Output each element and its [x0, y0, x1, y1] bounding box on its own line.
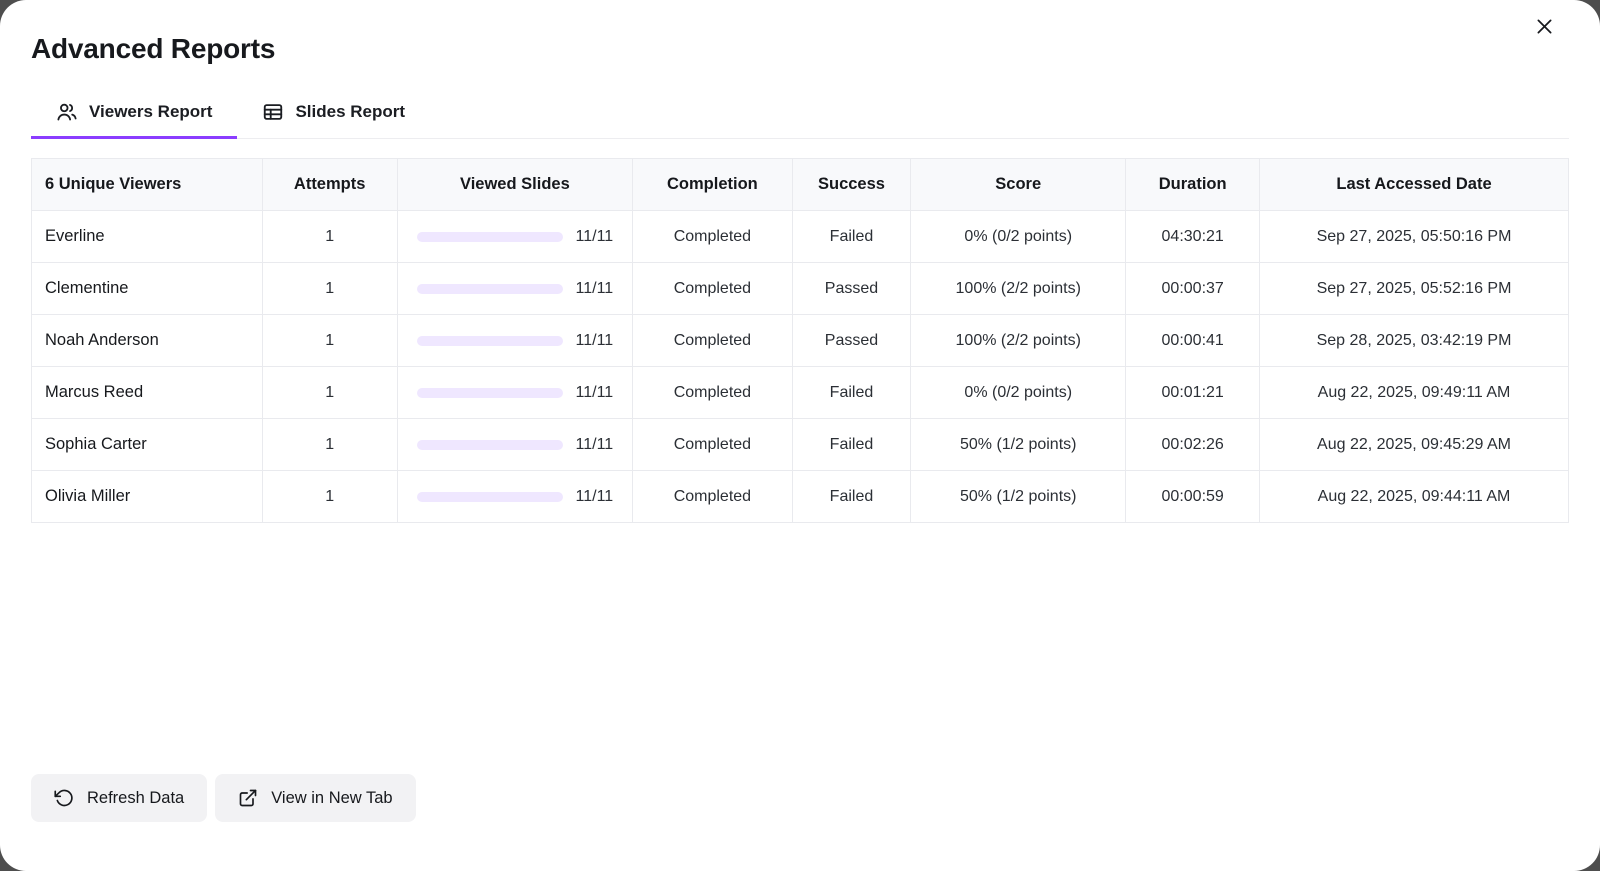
viewed-slides-label: 11/11 — [576, 332, 614, 350]
column-header-slides: Viewed Slides — [397, 159, 632, 211]
attempts-value: 1 — [262, 211, 397, 263]
table-icon — [262, 101, 284, 123]
column-header-duration: Duration — [1126, 159, 1260, 211]
table-row: Olivia Miller 1 11/11 Completed Failed 5… — [32, 471, 1569, 523]
table-row: Noah Anderson 1 11/11 Completed Passed 1… — [32, 315, 1569, 367]
attempts-value: 1 — [262, 263, 397, 315]
viewer-name: Olivia Miller — [32, 471, 263, 523]
attempts-value: 1 — [262, 367, 397, 419]
viewed-slides-bar — [417, 284, 563, 294]
viewed-slides-cell: 11/11 — [397, 367, 632, 419]
score-value: 50% (1/2 points) — [911, 419, 1126, 471]
report-tabs: Viewers Report Slides Report — [31, 89, 1569, 139]
viewer-name: Noah Anderson — [32, 315, 263, 367]
viewed-slides-label: 11/11 — [576, 384, 614, 402]
page-title: Advanced Reports — [31, 0, 1569, 65]
score-value: 100% (2/2 points) — [911, 263, 1126, 315]
column-header-score: Score — [911, 159, 1126, 211]
tab-label: Slides Report — [295, 102, 405, 122]
viewer-name: Clementine — [32, 263, 263, 315]
column-header-attempts: Attempts — [262, 159, 397, 211]
table-header: 6 Unique Viewers Attempts Viewed Slides … — [32, 159, 1569, 211]
completion-status: Completed — [632, 263, 792, 315]
viewed-slides-label: 11/11 — [576, 280, 614, 298]
duration-value: 00:00:37 — [1126, 263, 1260, 315]
users-icon — [56, 101, 78, 123]
score-value: 50% (1/2 points) — [911, 471, 1126, 523]
table-row: Clementine 1 11/11 Completed Passed 100%… — [32, 263, 1569, 315]
duration-value: 00:00:59 — [1126, 471, 1260, 523]
external-link-icon — [238, 788, 258, 808]
table-row: Marcus Reed 1 11/11 Completed Failed 0% … — [32, 367, 1569, 419]
success-status: Passed — [792, 315, 910, 367]
score-value: 0% (0/2 points) — [911, 367, 1126, 419]
viewers-report-table: 6 Unique Viewers Attempts Viewed Slides … — [31, 158, 1569, 523]
attempts-value: 1 — [262, 419, 397, 471]
viewed-slides-bar — [417, 440, 563, 450]
success-status: Failed — [792, 471, 910, 523]
viewed-slides-label: 11/11 — [576, 488, 614, 506]
advanced-reports-dialog: Advanced Reports Viewers Report — [0, 0, 1600, 871]
column-header-success: Success — [792, 159, 910, 211]
viewer-name: Sophia Carter — [32, 419, 263, 471]
viewed-slides-bar — [417, 492, 563, 502]
tab-label: Viewers Report — [89, 102, 212, 122]
attempts-value: 1 — [262, 471, 397, 523]
last-accessed-value: Sep 27, 2025, 05:50:16 PM — [1260, 211, 1569, 263]
duration-value: 04:30:21 — [1126, 211, 1260, 263]
last-accessed-value: Sep 27, 2025, 05:52:16 PM — [1260, 263, 1569, 315]
duration-value: 00:01:21 — [1126, 367, 1260, 419]
column-header-viewers: 6 Unique Viewers — [32, 159, 263, 211]
success-status: Passed — [792, 263, 910, 315]
viewed-slides-bar — [417, 336, 563, 346]
viewer-name: Everline — [32, 211, 263, 263]
tab-viewers-report[interactable]: Viewers Report — [31, 89, 237, 138]
table-row: Sophia Carter 1 11/11 Completed Failed 5… — [32, 419, 1569, 471]
last-accessed-value: Sep 28, 2025, 03:42:19 PM — [1260, 315, 1569, 367]
viewed-slides-bar — [417, 232, 563, 242]
tab-slides-report[interactable]: Slides Report — [237, 89, 430, 138]
dialog-footer: Refresh Data View in New Tab — [31, 774, 416, 822]
view-in-new-tab-label: View in New Tab — [271, 789, 392, 808]
duration-value: 00:00:41 — [1126, 315, 1260, 367]
viewed-slides-cell: 11/11 — [397, 211, 632, 263]
last-accessed-value: Aug 22, 2025, 09:44:11 AM — [1260, 471, 1569, 523]
score-value: 0% (0/2 points) — [911, 211, 1126, 263]
completion-status: Completed — [632, 419, 792, 471]
last-accessed-value: Aug 22, 2025, 09:49:11 AM — [1260, 367, 1569, 419]
view-in-new-tab-button[interactable]: View in New Tab — [215, 774, 415, 822]
completion-status: Completed — [632, 211, 792, 263]
refresh-icon — [54, 788, 74, 808]
viewer-name: Marcus Reed — [32, 367, 263, 419]
refresh-data-label: Refresh Data — [87, 789, 184, 808]
duration-value: 00:02:26 — [1126, 419, 1260, 471]
success-status: Failed — [792, 367, 910, 419]
completion-status: Completed — [632, 471, 792, 523]
completion-status: Completed — [632, 367, 792, 419]
column-header-date: Last Accessed Date — [1260, 159, 1569, 211]
success-status: Failed — [792, 211, 910, 263]
score-value: 100% (2/2 points) — [911, 315, 1126, 367]
viewed-slides-cell: 11/11 — [397, 315, 632, 367]
last-accessed-value: Aug 22, 2025, 09:45:29 AM — [1260, 419, 1569, 471]
refresh-data-button[interactable]: Refresh Data — [31, 774, 207, 822]
viewed-slides-bar — [417, 388, 563, 398]
table-body: Everline 1 11/11 Completed Failed 0% (0/… — [32, 211, 1569, 523]
viewed-slides-cell: 11/11 — [397, 471, 632, 523]
success-status: Failed — [792, 419, 910, 471]
viewed-slides-cell: 11/11 — [397, 263, 632, 315]
table-row: Everline 1 11/11 Completed Failed 0% (0/… — [32, 211, 1569, 263]
column-header-completion: Completion — [632, 159, 792, 211]
viewed-slides-label: 11/11 — [576, 228, 614, 246]
attempts-value: 1 — [262, 315, 397, 367]
completion-status: Completed — [632, 315, 792, 367]
viewed-slides-label: 11/11 — [576, 436, 614, 454]
viewed-slides-cell: 11/11 — [397, 419, 632, 471]
